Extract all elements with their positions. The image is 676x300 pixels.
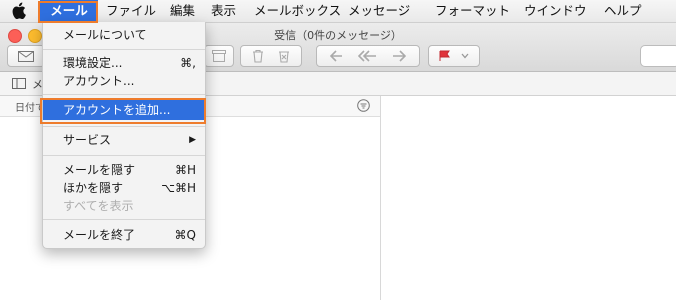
menu-item-about-mail[interactable]: メールについて — [43, 25, 205, 45]
callout-highlight-mail-menu — [38, 1, 98, 23]
menu-item-label: アカウント... — [63, 74, 135, 88]
menu-item-hide-mail[interactable]: メールを隠す ⌘H — [43, 160, 205, 180]
reply-icon[interactable] — [330, 50, 346, 62]
menu-file[interactable]: ファイル — [106, 0, 156, 22]
reply-all-icon[interactable] — [358, 50, 378, 62]
menu-separator — [43, 49, 205, 50]
menu-item-shortcut: ⌥⌘H — [161, 181, 196, 195]
menu-message[interactable]: メッセージ — [348, 0, 410, 22]
menu-window[interactable]: ウインドウ — [524, 0, 587, 22]
submenu-arrow-icon: ▶ — [189, 135, 196, 145]
menu-item-label: すべてを表示 — [63, 199, 134, 213]
reply-group — [316, 45, 420, 67]
sidebar-toggle-icon[interactable] — [12, 78, 26, 89]
menu-format[interactable]: フォーマット — [435, 0, 510, 22]
menu-item-label: メールについて — [63, 28, 147, 42]
menu-bar: メール ファイル 編集 表示 メールボックス メッセージ フォーマット ウインド… — [0, 0, 676, 23]
menu-item-shortcut: ⌘Q — [174, 228, 196, 242]
menu-view[interactable]: 表示 — [211, 0, 236, 22]
menu-item-accounts[interactable]: アカウント... — [43, 71, 205, 91]
callout-highlight-add-account — [40, 98, 206, 124]
chevron-down-icon — [461, 53, 469, 59]
forward-icon[interactable] — [390, 50, 406, 62]
menu-item-show-all: すべてを表示 — [43, 196, 205, 216]
pane-divider[interactable] — [380, 96, 381, 300]
envelope-icon — [18, 50, 34, 62]
junk-icon[interactable] — [277, 49, 291, 63]
menu-help[interactable]: ヘルプ — [604, 0, 642, 22]
menu-item-label: メールを隠す — [63, 163, 136, 177]
menu-item-label: 環境設定... — [63, 56, 123, 70]
filter-icon[interactable] — [357, 99, 370, 112]
menu-item-hide-others[interactable]: ほかを隠す ⌥⌘H — [43, 178, 205, 198]
menu-mailbox[interactable]: メールボックス — [254, 0, 341, 22]
archive-button[interactable] — [204, 45, 234, 67]
compose-button[interactable] — [7, 45, 45, 67]
mail-menu-dropdown: メールについて 環境設定... ⌘, アカウント... アカウントを追加... … — [42, 22, 206, 249]
menu-item-services[interactable]: サービス ▶ — [43, 130, 205, 150]
menu-separator — [43, 126, 205, 127]
menu-item-label: メールを終了 — [63, 228, 136, 242]
menu-item-preferences[interactable]: 環境設定... ⌘, — [43, 53, 205, 73]
search-input[interactable] — [640, 45, 676, 67]
flag-button[interactable] — [428, 45, 480, 67]
menu-item-shortcut: ⌘, — [180, 56, 196, 70]
menu-item-label: サービス — [63, 133, 112, 147]
flag-icon — [439, 50, 450, 61]
menu-separator — [43, 155, 205, 156]
menu-item-label: ほかを隠す — [63, 181, 124, 195]
menu-separator — [43, 94, 205, 95]
apple-logo-icon[interactable] — [12, 2, 26, 19]
menu-item-quit-mail[interactable]: メールを終了 ⌘Q — [43, 225, 205, 245]
menu-item-shortcut: ⌘H — [174, 163, 196, 177]
menu-separator — [43, 219, 205, 220]
menu-edit[interactable]: 編集 — [170, 0, 195, 22]
archive-icon — [212, 50, 226, 62]
trash-icon[interactable] — [251, 49, 265, 63]
delete-junk-group — [240, 45, 302, 67]
